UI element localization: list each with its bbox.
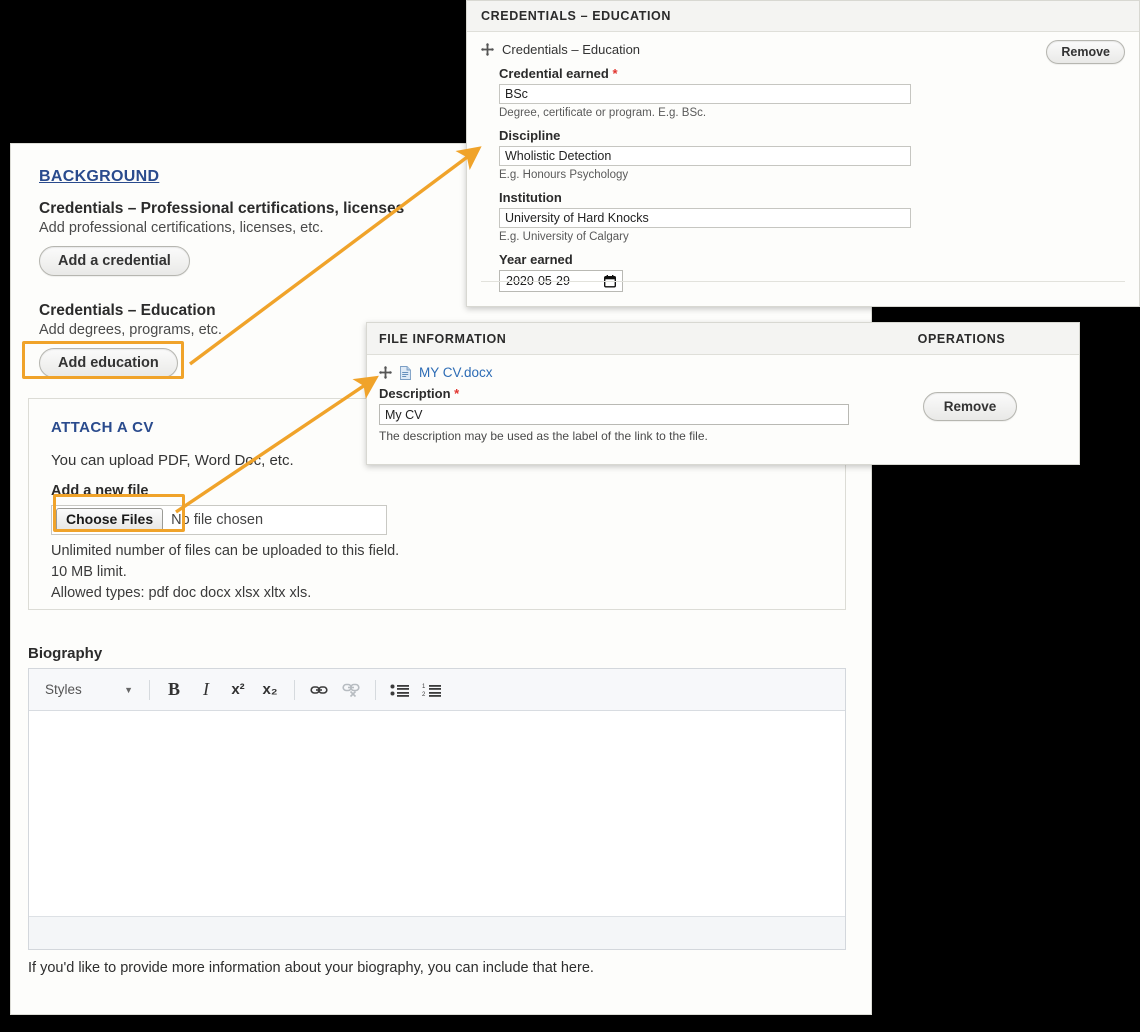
editor-toolbar: Styles ▼ B I x² x₂ 12: [29, 669, 845, 711]
biography-label: Biography: [28, 645, 846, 662]
biography-text-area[interactable]: [29, 711, 845, 916]
add-education-button[interactable]: Add education: [39, 348, 178, 378]
field-hint: Degree, certificate or program. E.g. BSc…: [499, 107, 1125, 119]
institution-input[interactable]: [499, 208, 911, 228]
field-institution: Institution E.g. University of Calgary: [499, 190, 1125, 243]
field-label: Institution: [499, 190, 562, 205]
upload-note-line: 10 MB limit.: [51, 562, 823, 583]
credentials-row-title: Credentials – Education: [481, 42, 1125, 57]
unlink-icon[interactable]: [339, 677, 363, 703]
toolbar-divider: [149, 680, 150, 700]
italic-icon[interactable]: I: [194, 677, 218, 703]
credentials-remove-button[interactable]: Remove: [1046, 40, 1125, 64]
toolbar-divider: [294, 680, 295, 700]
svg-text:2: 2: [422, 692, 426, 697]
upload-note-line: Unlimited number of files can be uploade…: [51, 541, 823, 562]
numbered-list-icon[interactable]: 12: [420, 677, 444, 703]
bold-icon[interactable]: B: [162, 677, 186, 703]
field-credential-earned: Credential earned * Degree, certificate …: [499, 66, 1125, 119]
field-hint: E.g. University of Calgary: [499, 231, 1125, 243]
biography-editor[interactable]: Styles ▼ B I x² x₂ 12: [28, 668, 846, 950]
choose-files-button[interactable]: Choose Files: [56, 508, 163, 531]
no-file-chosen-text: No file chosen: [171, 512, 263, 528]
document-icon: [400, 366, 411, 380]
file-name-link[interactable]: MY CV.docx: [419, 365, 493, 380]
column-operations: OPERATIONS: [844, 332, 1079, 346]
column-file-information: FILE INFORMATION: [367, 332, 844, 346]
field-label: Credential earned: [499, 66, 609, 81]
drag-handle-icon[interactable]: [481, 43, 494, 56]
field-label: Discipline: [499, 128, 560, 143]
black-mask-top-left: [0, 0, 466, 143]
link-icon[interactable]: [307, 677, 331, 703]
file-upload-input[interactable]: Choose Files No file chosen: [51, 505, 387, 535]
biography-section: Biography Styles ▼ B I x² x₂ 12: [28, 645, 846, 976]
credentials-remove-wrapper: Remove: [1046, 40, 1125, 64]
upload-note-line: Allowed types: pdf doc docx xlsx xltx xl…: [51, 583, 823, 604]
discipline-input[interactable]: [499, 146, 911, 166]
toolbar-divider: [375, 680, 376, 700]
editor-status-bar: [29, 916, 845, 949]
field-discipline: Discipline E.g. Honours Psychology: [499, 128, 1125, 181]
styles-dropdown-label: Styles: [45, 682, 82, 697]
biography-help-text: If you'd like to provide more informatio…: [28, 960, 846, 976]
description-label: Description: [379, 386, 451, 401]
superscript-icon[interactable]: x²: [226, 677, 250, 703]
field-label: Year earned: [499, 252, 573, 267]
required-marker: *: [454, 386, 459, 401]
file-table-row: MY CV.docx Description * The description…: [367, 355, 1079, 443]
drag-handle-icon[interactable]: [379, 366, 392, 379]
add-credential-button[interactable]: Add a credential: [39, 246, 190, 276]
styles-dropdown[interactable]: Styles ▼: [37, 677, 141, 703]
svg-text:1: 1: [422, 684, 426, 690]
file-remove-button[interactable]: Remove: [923, 392, 1018, 421]
file-information-panel: FILE INFORMATION OPERATIONS MY CV.docx D…: [366, 322, 1080, 465]
required-marker: *: [612, 66, 617, 81]
bulleted-list-icon[interactable]: [388, 677, 412, 703]
credentials-row-label: Credentials – Education: [502, 42, 640, 57]
credentials-education-panel: CREDENTIALS – EDUCATION Credentials – Ed…: [466, 0, 1140, 307]
description-input[interactable]: [379, 404, 849, 425]
subscript-icon[interactable]: x₂: [258, 677, 282, 703]
credential-earned-input[interactable]: [499, 84, 911, 104]
chevron-down-icon: ▼: [124, 685, 133, 695]
panel-divider: [481, 281, 1125, 282]
description-hint: The description may be used as the label…: [379, 429, 849, 443]
credentials-panel-header: CREDENTIALS – EDUCATION: [467, 1, 1139, 32]
field-year-earned: Year earned 2020-05-29: [499, 252, 1125, 292]
add-new-file-label: Add a new file: [51, 483, 823, 499]
file-table-header: FILE INFORMATION OPERATIONS: [367, 323, 1079, 355]
field-hint: E.g. Honours Psychology: [499, 169, 1125, 181]
